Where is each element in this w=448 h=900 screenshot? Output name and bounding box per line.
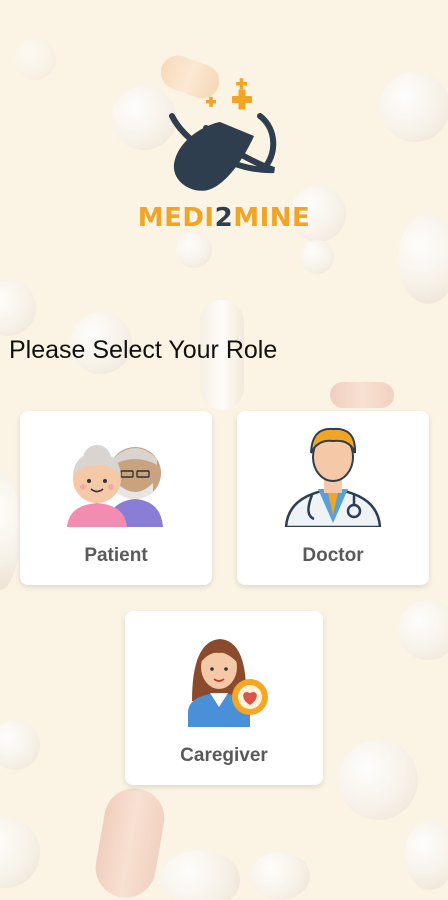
role-card-caregiver[interactable]: Caregiver [125,611,323,785]
brand-part-medi: MEDI [137,203,215,233]
caregiver-icon [166,623,276,727]
elderly-couple-icon [61,423,171,527]
role-card-doctor[interactable]: Doctor [237,411,429,585]
role-card-patient[interactable]: Patient [20,411,212,585]
brand-name: MEDI2MINE [0,203,448,233]
brand-part-mine: MINE [233,203,311,233]
doctor-icon [278,423,388,529]
logo-capsule-icon [169,78,277,191]
role-label-patient: Patient [84,545,148,566]
brand-part-2: 2 [214,203,234,233]
role-label-caregiver: Caregiver [180,745,268,766]
page-title: Please Select Your Role [9,336,278,364]
role-label-doctor: Doctor [302,545,364,566]
